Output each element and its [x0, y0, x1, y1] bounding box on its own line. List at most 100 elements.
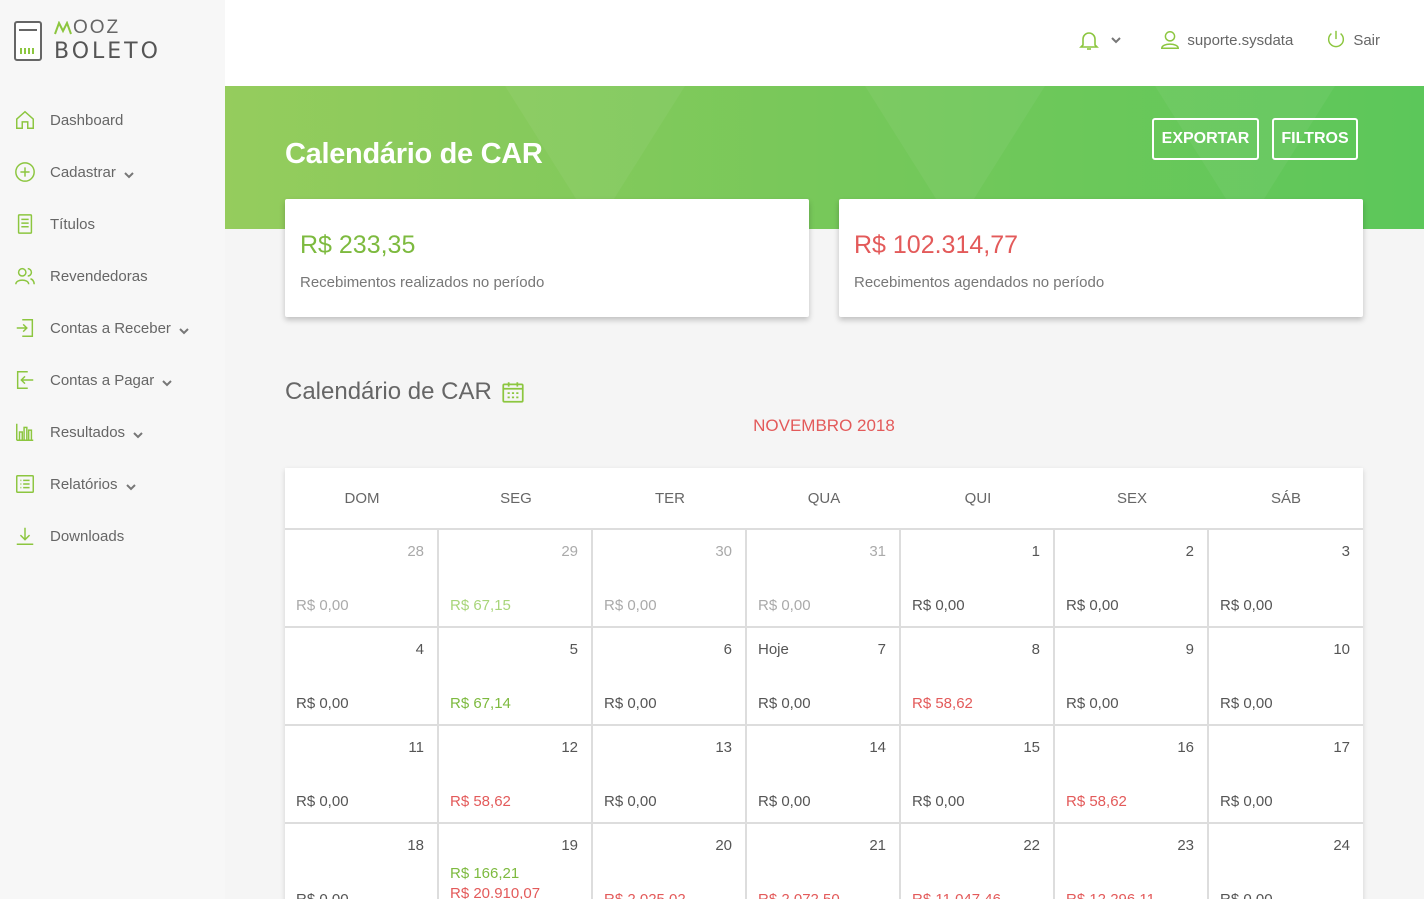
weekday-label: SEG — [500, 489, 532, 507]
day-amount: R$ 0,00 — [912, 597, 965, 614]
day-amount: R$ 0,00 — [604, 597, 657, 614]
page-title: Calendário de CAR — [285, 138, 543, 170]
day-number: 12 — [561, 739, 578, 756]
brand-logo[interactable]: OOZ BOLETO — [14, 18, 161, 63]
weekday-label: SÁB — [1270, 489, 1301, 507]
day-amount: R$ 0,00 — [1220, 695, 1273, 712]
day-amount: R$ 11.047,46 — [912, 890, 1001, 899]
calendar-day-cell[interactable]: 23 R$ 12.296,11 — [1055, 824, 1209, 899]
calendar-day-cell[interactable]: 4 R$ 0,00 — [285, 628, 439, 726]
brand-m-icon — [54, 20, 72, 34]
home-icon — [14, 109, 36, 131]
sidebar-item-contas-a-pagar[interactable]: Contas a Pagar — [0, 354, 225, 406]
sidebar-item-label: Títulos — [50, 215, 96, 233]
sidebar-item-label: Dashboard — [50, 111, 124, 129]
power-icon — [1328, 30, 1345, 48]
calendar-day-cell[interactable]: 28 R$ 0,00 — [285, 530, 439, 628]
calendar-day-cell[interactable]: 21 R$ 2.072,50 — [747, 824, 901, 899]
sidebar-item-revendedoras[interactable]: Revendedoras — [0, 250, 225, 302]
calendar-days: 28 R$ 0,00 29 R$ 67,15 30 R$ 0,00 31 R$ 0,00 1 R$… — [285, 530, 1363, 899]
calendar-day-cell[interactable]: 30 R$ 0,00 — [593, 530, 747, 628]
export-button[interactable]: EXPORTAR — [1152, 118, 1259, 160]
calendar-day-cell[interactable]: 20 R$ 2.025,02 — [593, 824, 747, 899]
brand-line2: BOLETO — [54, 39, 161, 64]
sidebar-item-downloads[interactable]: Downloads — [0, 510, 225, 562]
calendar-day-cell[interactable]: 15 R$ 0,00 — [901, 726, 1055, 824]
sidebar-item-contas-a-receber[interactable]: Contas a Receber — [0, 302, 225, 354]
calendar-day-cell[interactable]: 29 R$ 67,15 — [439, 530, 593, 628]
sidebar-item-dashboard[interactable]: Dashboard — [0, 94, 225, 146]
filters-button[interactable]: FILTROS — [1272, 118, 1358, 160]
calendar-icon — [502, 382, 524, 403]
sidebar-item-label: Revendedoras — [50, 267, 148, 285]
sidebar: OOZ BOLETO Dashboard Cadastrar Títulos R… — [0, 0, 225, 899]
weekday-label: TER — [655, 489, 685, 507]
sidebar-item-label: Relatórios — [50, 475, 118, 493]
calendar-day-cell[interactable]: 10 R$ 0,00 — [1209, 628, 1363, 726]
sidebar-item-titulos[interactable]: Títulos — [0, 198, 225, 250]
day-amount: R$ 0,00 — [296, 890, 349, 899]
chevron-down-icon — [1111, 37, 1122, 44]
scheduled-amount: R$ 102.314,77 — [854, 231, 1019, 259]
calendar-day-cell[interactable]: 6 R$ 0,00 — [593, 628, 747, 726]
calendar-day-cell[interactable]: 3 R$ 0,00 — [1209, 530, 1363, 628]
day-number: 28 — [407, 543, 424, 560]
sidebar-item-resultados[interactable]: Resultados — [0, 406, 225, 458]
download-icon — [14, 525, 36, 547]
calendar-day-cell[interactable]: 19 R$ 166,21 R$ 20.910,07 — [439, 824, 593, 899]
day-amount: R$ 58,62 — [1066, 793, 1127, 810]
calendar-day-cell[interactable]: 17 R$ 0,00 — [1209, 726, 1363, 824]
day-number: 23 — [1177, 837, 1194, 854]
topbar: suporte.sysdata Sair — [225, 0, 1424, 86]
calendar-day-cell[interactable]: 31 R$ 0,00 — [747, 530, 901, 628]
weekday-label: SEX — [1116, 489, 1147, 507]
day-number: 11 — [408, 739, 424, 756]
sidebar-item-relatorios[interactable]: Relatórios — [0, 458, 225, 510]
realized-summary-card: R$ 233,35 Recebimentos realizados no per… — [285, 199, 809, 317]
day-amount: R$ 2.072,50 — [758, 890, 840, 899]
day-amount: R$ 0,00 — [1066, 695, 1119, 712]
calendar-day-cell[interactable]: 14 R$ 0,00 — [747, 726, 901, 824]
username: suporte.sysdata — [1187, 31, 1294, 49]
calendar-day-cell[interactable]: 22 R$ 11.047,46 — [901, 824, 1055, 899]
day-amount: R$ 0,00 — [758, 695, 811, 712]
calendar-day-cell[interactable]: 2 R$ 0,00 — [1055, 530, 1209, 628]
calendar-day-cell[interactable]: 8 R$ 58,62 — [901, 628, 1055, 726]
day-number: 3 — [1341, 543, 1350, 560]
user-menu[interactable]: suporte.sysdata — [1159, 29, 1293, 51]
day-amount: R$ 12.296,11 — [1066, 890, 1155, 899]
day-amount: R$ 0,00 — [758, 597, 811, 614]
logout-button[interactable]: Sair — [1325, 29, 1380, 51]
calendar-day-cell[interactable]: 16 R$ 58,62 — [1055, 726, 1209, 824]
day-amount: R$ 67,14 — [450, 695, 511, 712]
calendar-day-cell[interactable]: 18 R$ 0,00 — [285, 824, 439, 899]
day-amount: R$ 2.025,02 — [604, 890, 686, 899]
calendar-section-title: Calendário de CAR — [285, 378, 526, 406]
calendar-grid: DOM SEG TER QUA QUI SEX SÁB 28 R$ 0,00 29 R… — [285, 468, 1363, 899]
day-amount: R$ 166,21 — [450, 865, 520, 882]
sidebar-item-label: Cadastrar — [50, 163, 116, 181]
sidebar-item-cadastrar[interactable]: Cadastrar — [0, 146, 225, 198]
day-number: 1 — [1031, 543, 1040, 560]
brand-line1: OOZ — [73, 17, 121, 38]
calendar-day-cell[interactable]: 24 R$ 0,00 — [1209, 824, 1363, 899]
calendar-day-cell[interactable]: 9 R$ 0,00 — [1055, 628, 1209, 726]
calendar-day-cell[interactable]: 1 R$ 0,00 — [901, 530, 1055, 628]
scheduled-summary-card: R$ 102.314,77 Recebimentos agendados no … — [839, 199, 1363, 317]
day-amount: R$ 58,62 — [912, 695, 973, 712]
day-amount: R$ 0,00 — [912, 793, 965, 810]
day-number: 2 — [1185, 543, 1194, 560]
month-label: NOVEMBRO 2018 — [753, 416, 895, 435]
day-number: 14 — [869, 739, 886, 756]
day-number: 16 — [1177, 739, 1194, 756]
day-amount: R$ 0,00 — [1220, 793, 1273, 810]
notifications-button[interactable] — [1077, 28, 1122, 52]
calendar-day-cell[interactable]: 11 R$ 0,00 — [285, 726, 439, 824]
calendar-day-cell[interactable]: 13 R$ 0,00 — [593, 726, 747, 824]
day-number: 17 — [1333, 739, 1350, 756]
calendar-day-cell[interactable]: Hoje 7 R$ 0,00 — [747, 628, 901, 726]
calendar-day-cell[interactable]: 12 R$ 58,62 — [439, 726, 593, 824]
sidebar-nav: Dashboard Cadastrar Títulos Revendedoras… — [0, 94, 225, 562]
calendar-day-cell[interactable]: 5 R$ 67,14 — [439, 628, 593, 726]
day-number: 24 — [1333, 837, 1350, 854]
